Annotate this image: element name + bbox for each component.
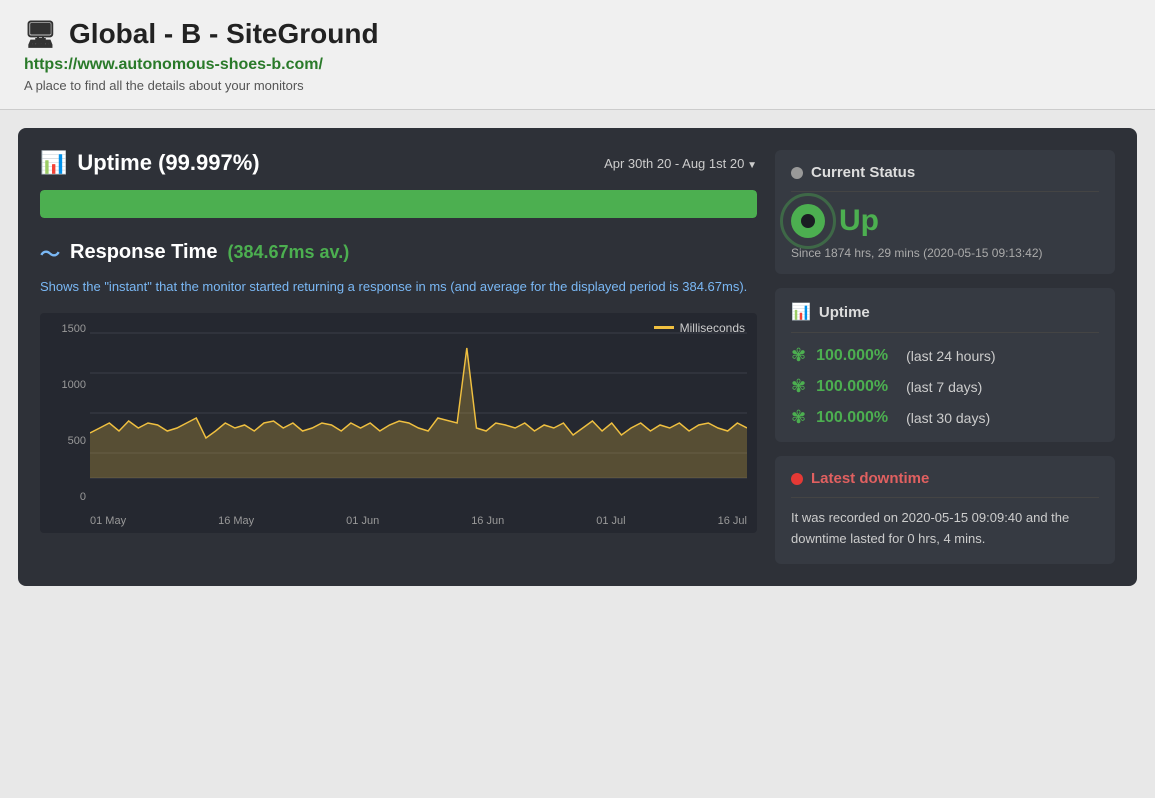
x-label-01may: 01 May [90, 515, 126, 527]
uptime-title: 📊 Uptime (99.997%) [40, 150, 260, 176]
current-status-header: Current Status [791, 164, 1099, 192]
header-subtitle: A place to find all the details about yo… [24, 78, 1131, 93]
response-description: Shows the "instant" that the monitor sta… [40, 277, 757, 297]
uptime-panel-header: 📊 Uptime [791, 302, 1099, 333]
chart-x-axis: 01 May 16 May 01 Jun 16 Jun 01 Jul 16 Ju… [90, 515, 747, 527]
latest-downtime-card: Latest downtime It was recorded on 2020-… [775, 456, 1115, 564]
y-label-0: 0 [80, 491, 86, 503]
uptime-percent-24h: 100.000% [816, 347, 896, 365]
uptime-percent-30d: 100.000% [816, 409, 896, 427]
chart-y-axis: 1500 1000 500 0 [46, 323, 86, 503]
chart-svg [90, 323, 747, 483]
uptime-row-7d: ✾ 100.000% (last 7 days) [791, 376, 1099, 397]
page-header: 🖥 Global - B - SiteGround https://www.au… [0, 0, 1155, 110]
response-time-chart: Milliseconds 1500 1000 500 0 [40, 313, 757, 533]
uptime-header: 📊 Uptime (99.997%) Apr 30th 20 - Aug 1st… [40, 150, 757, 176]
star-icon-24h: ✾ [791, 345, 806, 366]
downtime-text: It was recorded on 2020-05-15 09:09:40 a… [791, 508, 1099, 550]
date-range-selector[interactable]: Apr 30th 20 - Aug 1st 20 [604, 156, 757, 171]
status-indicator-inner [801, 214, 815, 228]
main-container: 📊 Uptime (99.997%) Apr 30th 20 - Aug 1st… [18, 128, 1137, 586]
status-up-indicator [791, 204, 825, 238]
star-icon-7d: ✾ [791, 376, 806, 397]
page-title: 🖥 Global - B - SiteGround [24, 18, 1131, 50]
y-label-1000: 1000 [62, 379, 86, 391]
chart-legend: Milliseconds [654, 321, 745, 335]
response-time-header: 〜 Response Time (384.67ms av.) [40, 238, 757, 267]
uptime-period-24h: (last 24 hours) [906, 348, 995, 364]
uptime-period-30d: (last 30 days) [906, 410, 990, 426]
x-label-01jul: 01 Jul [596, 515, 625, 527]
x-label-16jun: 16 Jun [471, 515, 504, 527]
current-status-card: Current Status Up Since 1874 hrs, 29 min… [775, 150, 1115, 274]
monitor-icon: 🖥 [24, 19, 57, 50]
uptime-card: 📊 Uptime ✾ 100.000% (last 24 hours) ✾ 10… [775, 288, 1115, 442]
uptime-period-7d: (last 7 days) [906, 379, 982, 395]
x-label-16jul: 16 Jul [718, 515, 747, 527]
response-avg: (384.67ms av.) [227, 242, 349, 263]
status-up-row: Up [791, 204, 1099, 238]
uptime-progress-fill [40, 190, 757, 218]
legend-line [654, 326, 674, 329]
x-label-01jun: 01 Jun [346, 515, 379, 527]
uptime-bar-icon: 📊 [791, 302, 811, 322]
site-url[interactable]: https://www.autonomous-shoes-b.com/ [24, 56, 1131, 74]
uptime-percent-7d: 100.000% [816, 378, 896, 396]
star-icon-30d: ✾ [791, 407, 806, 428]
bar-chart-icon: 📊 [40, 150, 67, 176]
downtime-red-dot [791, 473, 803, 485]
status-since: Since 1874 hrs, 29 mins (2020-05-15 09:1… [791, 246, 1099, 260]
y-label-1500: 1500 [62, 323, 86, 335]
current-status-icon [791, 167, 803, 179]
response-icon: 〜 [40, 238, 60, 267]
status-up-text: Up [839, 204, 879, 238]
uptime-progress-bar [40, 190, 757, 218]
uptime-row-24h: ✾ 100.000% (last 24 hours) [791, 345, 1099, 366]
uptime-row-30d: ✾ 100.000% (last 30 days) [791, 407, 1099, 428]
right-panel: Current Status Up Since 1874 hrs, 29 min… [775, 150, 1115, 564]
x-label-16may: 16 May [218, 515, 254, 527]
left-panel: 📊 Uptime (99.997%) Apr 30th 20 - Aug 1st… [40, 150, 757, 564]
y-label-500: 500 [68, 435, 86, 447]
downtime-header: Latest downtime [791, 470, 1099, 498]
